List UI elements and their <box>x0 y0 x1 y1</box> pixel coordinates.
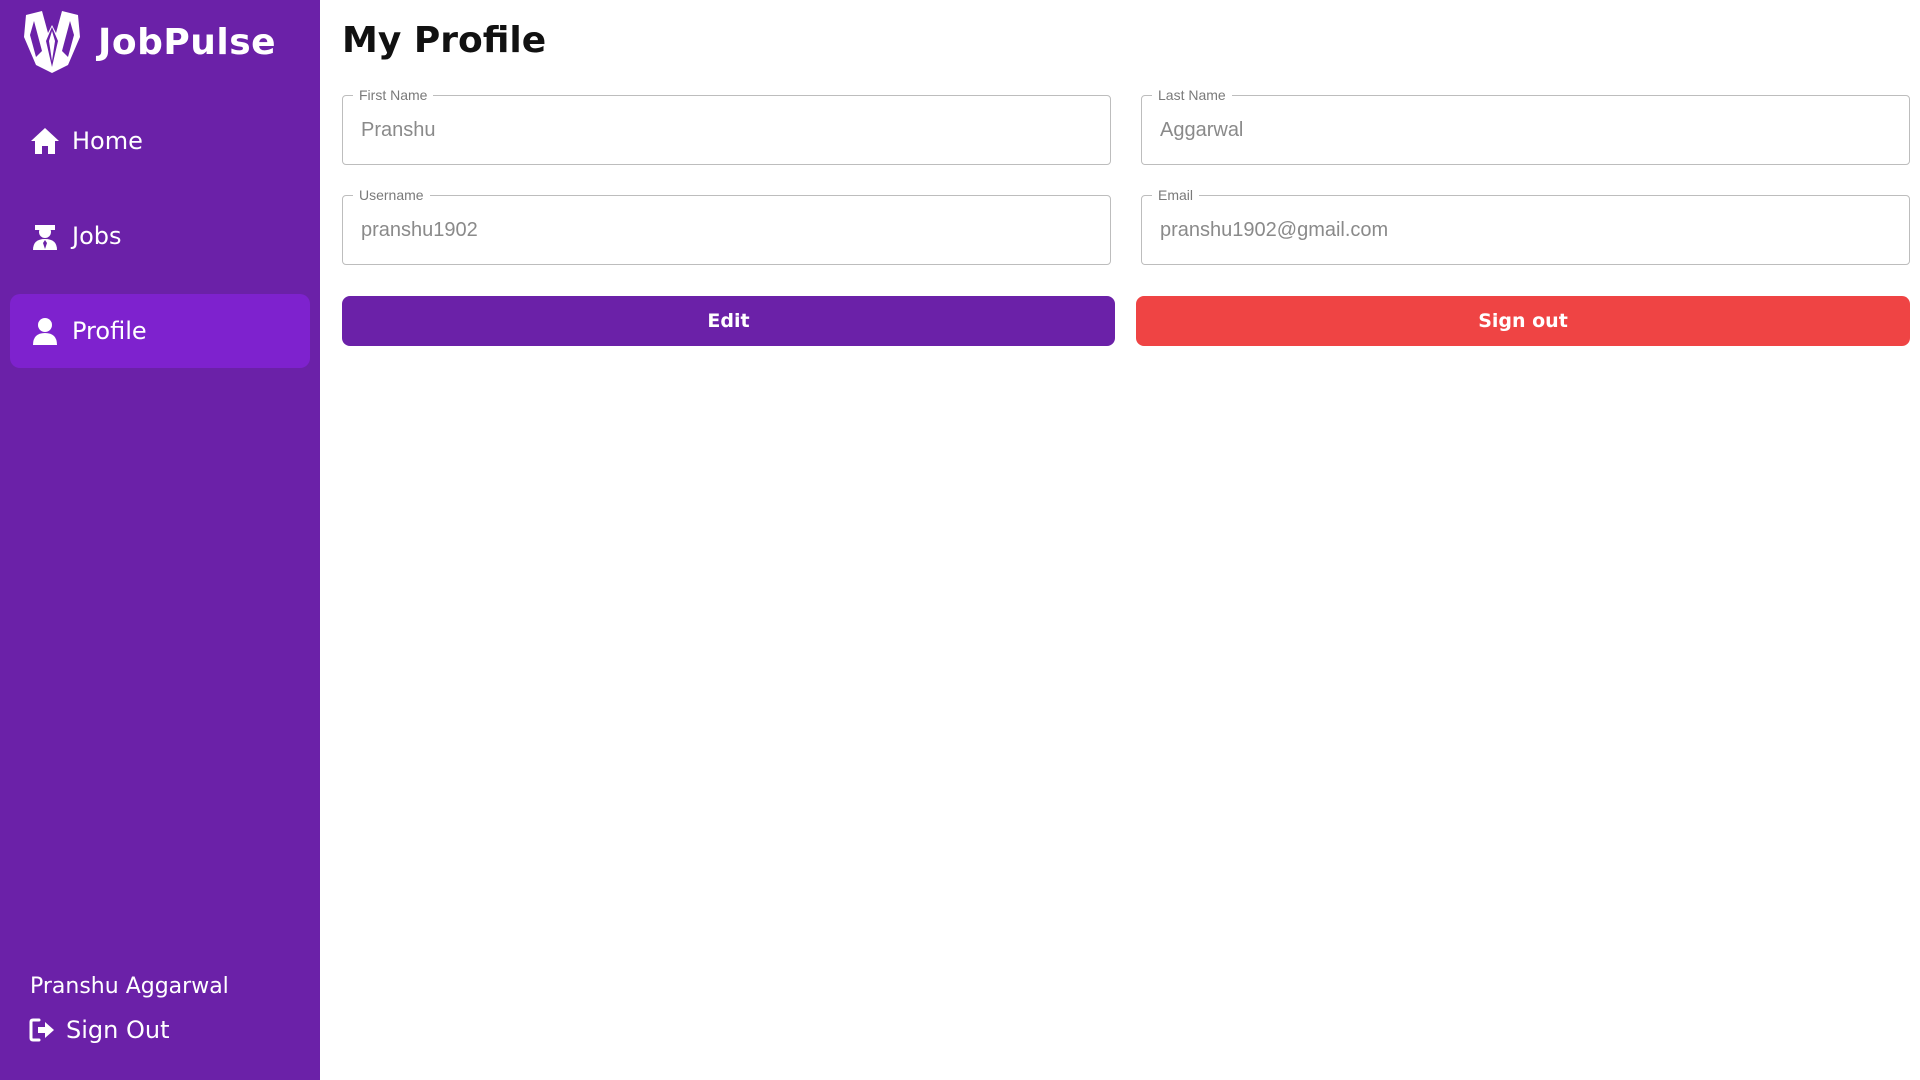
sign-out-button[interactable]: Sign out <box>1136 296 1910 346</box>
edit-button[interactable]: Edit <box>342 296 1115 346</box>
main-content: My Profile First Name Last Name Username… <box>320 0 1920 1080</box>
tuxedo-icon <box>24 11 80 73</box>
brand-name: JobPulse <box>98 21 277 63</box>
first-name-field: First Name <box>342 87 1111 165</box>
username-label: Username <box>353 187 430 203</box>
first-name-input[interactable] <box>343 96 1110 164</box>
username-input[interactable] <box>343 196 1110 264</box>
last-name-field: Last Name <box>1141 87 1910 165</box>
email-label: Email <box>1152 187 1200 203</box>
sidebar-item-label: Home <box>72 127 143 155</box>
sign-out-icon <box>29 1018 54 1042</box>
username-field: Username <box>342 187 1111 265</box>
user-name: Pranshu Aggarwal <box>30 974 229 999</box>
last-name-label: Last Name <box>1152 87 1232 103</box>
email-field: Email <box>1141 187 1910 265</box>
first-name-label: First Name <box>353 87 434 103</box>
user-tie-icon <box>33 225 57 250</box>
user-icon <box>33 318 57 345</box>
page-title: My Profile <box>342 20 547 61</box>
sidebar-item-profile[interactable]: Profile <box>10 294 310 368</box>
signout-label: Sign Out <box>66 1016 170 1044</box>
sidebar-signout-link[interactable]: Sign Out <box>28 1016 170 1044</box>
last-name-input[interactable] <box>1142 96 1909 164</box>
brand[interactable]: JobPulse <box>22 10 276 74</box>
sidebar-item-home[interactable]: Home <box>10 104 310 178</box>
sidebar-item-jobs[interactable]: Jobs <box>10 199 310 273</box>
home-icon <box>31 128 59 154</box>
sidebar: JobPulse Home Jobs Profile Pranshu Aggar… <box>0 0 320 1080</box>
sidebar-item-label: Jobs <box>72 222 122 250</box>
email-input[interactable] <box>1142 196 1909 264</box>
sidebar-item-label: Profile <box>72 317 147 345</box>
